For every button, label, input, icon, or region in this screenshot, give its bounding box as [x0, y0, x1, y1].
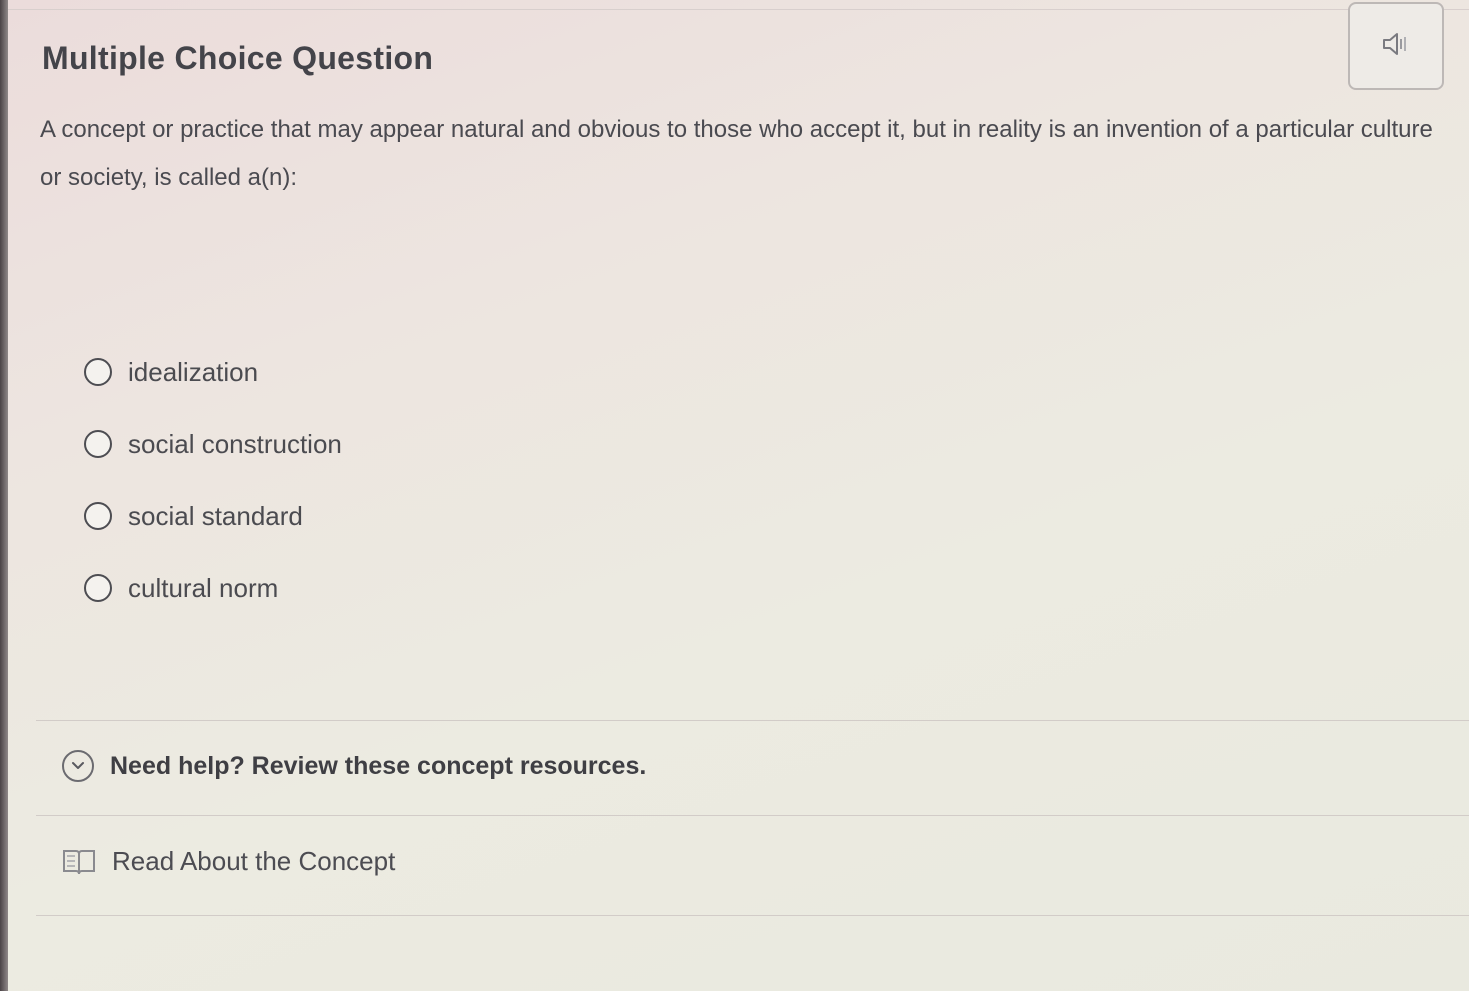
option-label: social construction — [128, 428, 342, 459]
option-social-standard[interactable]: social standard — [84, 480, 342, 552]
book-icon — [62, 847, 96, 877]
section-divider — [36, 815, 1469, 816]
chevron-down-icon — [62, 750, 94, 782]
radio-button[interactable] — [84, 430, 112, 458]
option-social-construction[interactable]: social construction — [84, 408, 342, 480]
read-about-concept-link[interactable]: Read About the Concept — [62, 846, 395, 877]
radio-button[interactable] — [84, 574, 112, 602]
section-divider — [36, 720, 1469, 721]
option-cultural-norm[interactable]: cultural norm — [84, 552, 342, 624]
radio-button[interactable] — [84, 358, 112, 386]
page-title: Multiple Choice Question — [42, 40, 434, 76]
question-text: A concept or practice that may appear na… — [40, 116, 1433, 191]
answer-options: idealization social construction social … — [84, 336, 342, 624]
top-divider — [8, 0, 1469, 10]
option-label: social standard — [128, 500, 303, 531]
screen-edge — [0, 0, 8, 991]
section-divider — [36, 915, 1469, 916]
radio-button[interactable] — [84, 502, 112, 530]
resource-label: Read About the Concept — [112, 846, 396, 876]
concept-resources-toggle[interactable]: Need help? Review these concept resource… — [62, 750, 646, 782]
option-label: idealization — [128, 356, 259, 387]
help-label: Need help? Review these concept resource… — [110, 751, 647, 780]
read-aloud-button[interactable] — [1348, 2, 1444, 90]
option-label: cultural norm — [128, 572, 279, 603]
option-idealization[interactable]: idealization — [84, 336, 342, 408]
speaker-icon — [1381, 30, 1411, 63]
